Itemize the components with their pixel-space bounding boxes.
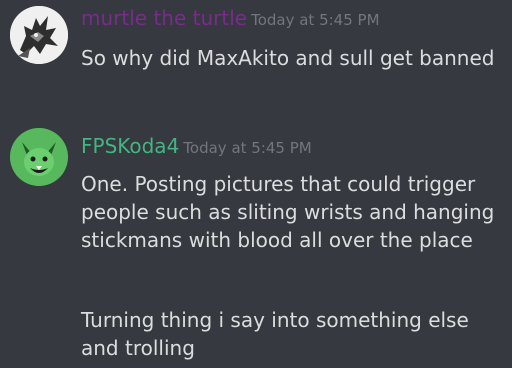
timestamp: Today at 5:45 PM bbox=[183, 139, 312, 157]
avatar[interactable] bbox=[10, 128, 68, 186]
message-header: FPSKoda4 Today at 5:45 PM bbox=[81, 134, 312, 158]
message-text: One. Posting pictures that could trigger… bbox=[81, 172, 495, 252]
username[interactable]: FPSKoda4 bbox=[81, 134, 179, 158]
message-group: FPSKoda4 Today at 5:45 PM One. Posting pi… bbox=[0, 0, 512, 368]
message-text: Turning thing i say into something else … bbox=[81, 308, 469, 360]
green-fox-avatar-icon bbox=[10, 128, 68, 186]
